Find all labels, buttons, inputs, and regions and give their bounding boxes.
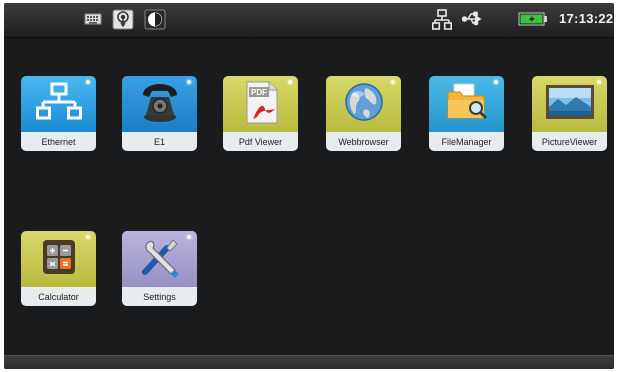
app-webbrowser[interactable]: Webbrowser <box>326 76 401 151</box>
app-label: Calculator <box>21 287 96 306</box>
contrast-icon[interactable] <box>144 8 166 30</box>
ethernet-network-icon <box>35 82 82 127</box>
touch-icon[interactable] <box>112 8 134 30</box>
app-grid: Ethernet E1 PDF Pdf Viewer Webbrowser Fi… <box>4 38 614 355</box>
status-bar: 17:13:22 <box>4 3 614 38</box>
highlight-dot <box>187 80 191 84</box>
highlight-dot <box>86 235 90 239</box>
app-label: Ethernet <box>21 132 96 151</box>
app-pdf-viewer[interactable]: PDF Pdf Viewer <box>223 76 298 151</box>
highlight-dot <box>391 80 395 84</box>
telephone-icon <box>137 79 183 130</box>
folder-search-icon <box>444 80 490 129</box>
highlight-dot <box>86 80 90 84</box>
landscape-picture-icon <box>544 83 596 126</box>
bottom-bar <box>4 355 614 369</box>
app-label: FileManager <box>429 132 504 151</box>
app-label: PictureViewer <box>532 132 607 151</box>
app-label: Settings <box>122 287 197 306</box>
calculator-icon <box>41 238 77 281</box>
app-pictureviewer[interactable]: PictureViewer <box>532 76 607 151</box>
clock: 17:13:22 <box>559 11 614 26</box>
highlight-dot <box>597 80 601 84</box>
highlight-dot <box>288 80 292 84</box>
device-screen: 17:13:22 Ethernet E1 PDF Pdf Viewer Webb… <box>4 3 614 369</box>
highlight-dot <box>187 235 191 239</box>
app-settings[interactable]: Settings <box>122 231 197 306</box>
app-filemanager[interactable]: FileManager <box>429 76 504 151</box>
network-icon <box>432 8 452 32</box>
app-calculator[interactable]: Calculator <box>21 231 96 306</box>
app-label: E1 <box>122 132 197 151</box>
globe-icon <box>342 80 386 129</box>
app-label: Webbrowser <box>326 132 401 151</box>
usb-icon <box>462 8 484 30</box>
app-e1[interactable]: E1 <box>122 76 197 151</box>
highlight-dot <box>494 80 498 84</box>
tools-icon <box>137 234 183 285</box>
pdf-document-icon: PDF <box>241 79 281 130</box>
app-ethernet[interactable]: Ethernet <box>21 76 96 151</box>
svg-text:PDF: PDF <box>251 88 267 97</box>
app-label: Pdf Viewer <box>223 132 298 151</box>
battery-icon <box>518 12 548 26</box>
keyboard-icon[interactable] <box>84 8 102 30</box>
